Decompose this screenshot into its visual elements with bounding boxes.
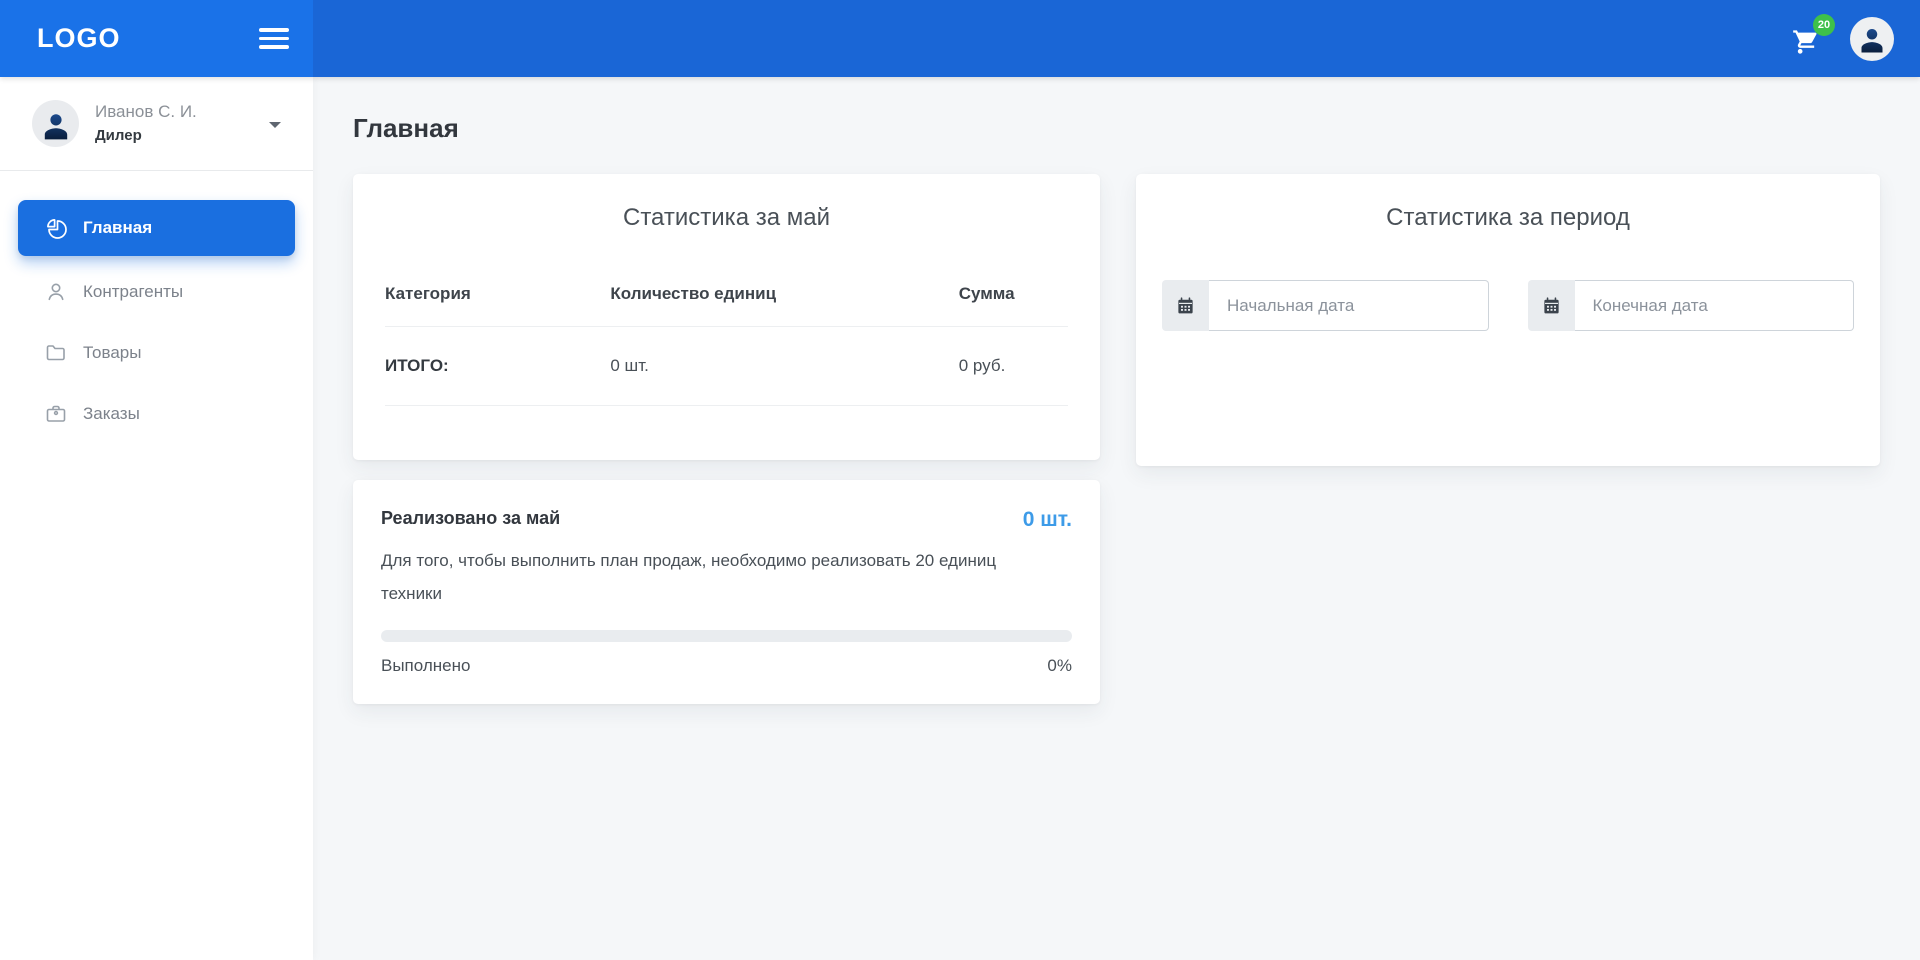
avatar bbox=[32, 100, 79, 147]
stats-table: Категория Количество единиц Сумма ИТОГО:… bbox=[385, 284, 1068, 406]
pie-chart-icon bbox=[44, 216, 68, 240]
sales-card-footer: Выполнено 0% bbox=[381, 656, 1072, 676]
total-label: ИТОГО: bbox=[385, 326, 611, 406]
end-date-calendar-button[interactable] bbox=[1527, 280, 1575, 331]
sidebar-item-label: Товары bbox=[83, 343, 142, 362]
sidebar-item-glavnaya[interactable]: Главная bbox=[18, 200, 295, 256]
sidebar-item-tovary[interactable]: Товары bbox=[18, 328, 295, 378]
progress-bar bbox=[381, 630, 1072, 643]
cards-grid: Статистика за май Категория Количество е… bbox=[353, 174, 1880, 704]
calendar-icon bbox=[1178, 297, 1193, 314]
sidebar-item-kontragenty[interactable]: Контрагенты bbox=[18, 267, 295, 317]
topbar-brand-section: LOGO bbox=[0, 0, 313, 77]
sidebar-item-label: Заказы bbox=[83, 404, 140, 423]
sales-card-description: Для того, чтобы выполнить план продаж, н… bbox=[381, 551, 997, 604]
sidebar-item-label: Главная bbox=[83, 218, 153, 237]
sales-plan-card: Реализовано за май 0 шт. Для того, чтобы… bbox=[353, 480, 1100, 704]
total-sum: 0 руб. bbox=[958, 326, 1068, 406]
sales-card-title: Реализовано за май bbox=[381, 508, 561, 528]
sidebar: Иванов С. И. Дилер Главная Контрагенты Т… bbox=[0, 77, 313, 960]
sidebar-menu: Главная Контрагенты Товары Заказы bbox=[0, 171, 313, 450]
user-role: Дилер bbox=[95, 126, 142, 144]
main-content: Главная Статистика за май Категория Коли… bbox=[313, 77, 1920, 960]
progress-label: Выполнено bbox=[381, 656, 471, 676]
table-row: ИТОГО: 0 шт. 0 руб. bbox=[385, 326, 1068, 406]
topbar-actions-section: 20 bbox=[313, 0, 1920, 77]
calendar-icon bbox=[1543, 297, 1559, 314]
user-avatar-button[interactable] bbox=[1850, 16, 1894, 61]
progress-percent: 0% bbox=[1047, 656, 1072, 676]
left-column: Статистика за май Категория Количество е… bbox=[353, 174, 1100, 704]
page-title: Главная bbox=[353, 113, 459, 143]
hamburger-menu-button[interactable] bbox=[257, 22, 291, 55]
start-date-group bbox=[1162, 280, 1489, 331]
col-header-category: Категория bbox=[385, 284, 611, 327]
start-date-input[interactable] bbox=[1209, 280, 1489, 331]
sales-card-value: 0 шт. bbox=[1022, 508, 1072, 531]
stats-period-title: Статистика за период bbox=[1386, 204, 1630, 231]
total-quantity: 0 шт. bbox=[610, 326, 959, 406]
stats-month-card: Статистика за май Категория Количество е… bbox=[353, 174, 1100, 460]
stats-month-title: Статистика за май bbox=[623, 204, 830, 231]
end-date-input[interactable] bbox=[1574, 280, 1854, 331]
date-inputs-row bbox=[1162, 280, 1854, 331]
briefcase-icon bbox=[44, 402, 68, 426]
stats-period-card: Статистика за период bbox=[1136, 174, 1880, 466]
col-header-sum: Сумма bbox=[958, 284, 1068, 327]
chevron-down-icon bbox=[269, 121, 281, 128]
folder-icon bbox=[44, 341, 68, 365]
start-date-calendar-button[interactable] bbox=[1162, 280, 1209, 331]
hamburger-icon bbox=[259, 28, 289, 32]
end-date-group bbox=[1527, 280, 1854, 331]
cart-button[interactable]: 20 bbox=[1792, 13, 1835, 56]
col-header-quantity: Количество единиц bbox=[610, 284, 959, 327]
sales-card-header: Реализовано за май 0 шт. bbox=[381, 508, 1072, 532]
top-bar: LOGO 20 bbox=[0, 0, 1920, 77]
sidebar-item-label: Контрагенты bbox=[83, 282, 184, 301]
stats-table-header-row: Категория Количество единиц Сумма bbox=[385, 284, 1068, 327]
user-icon bbox=[1861, 29, 1883, 53]
user-outline-icon bbox=[44, 280, 68, 304]
sidebar-item-zakazy[interactable]: Заказы bbox=[18, 389, 295, 439]
user-meta: Иванов С. И. Дилер bbox=[95, 100, 197, 146]
right-column: Статистика за период bbox=[1136, 174, 1880, 466]
sidebar-user-block[interactable]: Иванов С. И. Дилер bbox=[0, 77, 313, 170]
user-icon bbox=[44, 113, 67, 139]
user-name: Иванов С. И. bbox=[95, 102, 197, 122]
cart-badge: 20 bbox=[1813, 13, 1835, 36]
logo[interactable]: LOGO bbox=[37, 23, 121, 54]
